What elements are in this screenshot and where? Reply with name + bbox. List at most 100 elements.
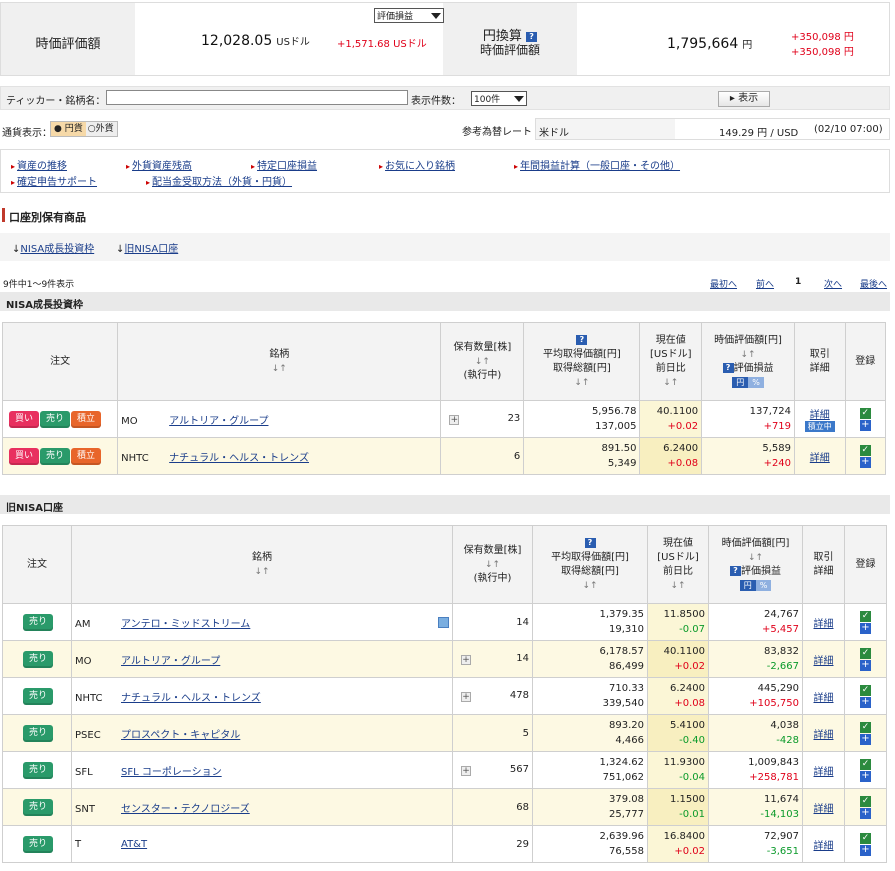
checkmark-icon[interactable]: ✓ <box>860 610 871 622</box>
checkmark-icon[interactable]: ✓ <box>860 721 871 733</box>
col-value[interactable]: 時価評価額[円] ↓↑? 評価損益円% <box>708 525 803 604</box>
stock-name-link[interactable]: AT&T <box>121 839 147 850</box>
jump-nisa-growth[interactable]: NISA成長投資枠 <box>20 244 94 255</box>
help-icon[interactable]: ? <box>730 565 741 576</box>
col-name[interactable]: 銘柄 ↓↑ <box>71 525 453 604</box>
view-select[interactable]: 評価損益 <box>374 8 444 23</box>
detail-link[interactable]: 詳細 <box>814 693 834 704</box>
pl-pct-toggle[interactable]: % <box>748 376 764 388</box>
plus-icon[interactable]: + <box>860 622 871 634</box>
plus-icon[interactable]: + <box>859 419 871 431</box>
ticker-input[interactable] <box>106 90 408 105</box>
expand-icon[interactable]: + <box>461 655 471 665</box>
expand-icon[interactable]: + <box>461 692 471 702</box>
checkmark-icon[interactable]: ✓ <box>860 684 871 696</box>
col-cost[interactable]: ? 平均取得価額[円] 取得総額[円] ↓↑ <box>532 525 648 604</box>
link-favorites[interactable]: お気に入り銘柄 <box>379 157 455 172</box>
detail-link[interactable]: 詳細 <box>810 410 830 421</box>
pager-first[interactable]: 最初へ <box>710 277 737 290</box>
stock-name-link[interactable]: アルトリア・グループ <box>169 416 268 427</box>
detail-link[interactable]: 詳細 <box>814 841 834 852</box>
market-value: 1,009,843 <box>748 757 799 768</box>
current-price: 16.8400 <box>663 831 705 842</box>
col-qty[interactable]: 保有数量[株] ↓↑ (執行中) <box>440 322 525 401</box>
sell-button[interactable]: 売り <box>23 650 53 668</box>
pager-next[interactable]: 次へ <box>824 277 842 290</box>
link-specific-account-pl[interactable]: 特定口座損益 <box>251 157 317 172</box>
sell-button[interactable]: 売り <box>23 724 53 742</box>
expand-icon[interactable]: + <box>461 766 471 776</box>
accumulate-button[interactable]: 積立 <box>71 447 101 465</box>
checkmark-icon[interactable]: ✓ <box>860 832 871 844</box>
col-name[interactable]: 銘柄 ↓↑ <box>117 322 442 401</box>
stock-name-link[interactable]: プロスペクト・キャピタル <box>121 730 240 741</box>
buy-button[interactable]: 買い <box>9 447 39 465</box>
count-select[interactable]: 100件 <box>471 91 527 106</box>
summary-panel: 時価評価額 12,028.05 USドル +1,571.68 USドル 評価損益 … <box>0 2 890 76</box>
stock-name-link[interactable]: センスター・テクノロジーズ <box>121 804 250 815</box>
link-dividend-method[interactable]: 配当金受取方法（外貨・円貨） <box>146 173 292 188</box>
plus-icon[interactable]: + <box>860 696 871 708</box>
stock-name-link[interactable]: ナチュラル・ヘルス・トレンズ <box>169 453 309 464</box>
link-tax-support[interactable]: 確定申告サポート <box>11 173 97 188</box>
link-annual-pl[interactable]: 年間損益計算（一般口座・その他） <box>514 157 680 172</box>
checkmark-icon[interactable]: ✓ <box>859 444 871 456</box>
jump-old-nisa[interactable]: 旧NISA口座 <box>124 244 178 255</box>
pl-yen-toggle[interactable]: 円 <box>732 376 749 388</box>
plus-icon[interactable]: + <box>860 807 871 819</box>
plus-icon[interactable]: + <box>859 456 871 468</box>
stock-name-link[interactable]: アルトリア・グループ <box>121 656 220 667</box>
col-qty[interactable]: 保有数量[株] ↓↑ (執行中) <box>452 525 533 604</box>
link-asset-history[interactable]: 資産の推移 <box>11 157 67 172</box>
document-icon[interactable] <box>438 616 449 628</box>
detail-link[interactable]: 詳細 <box>814 619 834 630</box>
sell-button[interactable]: 売り <box>40 410 70 428</box>
detail-link[interactable]: 詳細 <box>814 730 834 741</box>
col-value[interactable]: 時価評価額[円] ↓↑? 評価損益円% <box>701 322 796 401</box>
currency-toggle[interactable]: ● 円貨 ○外貨 <box>50 121 118 137</box>
detail-link[interactable]: 詳細 <box>814 656 834 667</box>
register-cell: ✓ + <box>844 788 887 826</box>
detail-link[interactable]: 詳細 <box>810 453 830 464</box>
checkmark-icon[interactable]: ✓ <box>860 795 871 807</box>
col-price[interactable]: 現在値 [USドル] 前日比 ↓↑ <box>647 525 709 604</box>
stock-name-link[interactable]: ナチュラル・ヘルス・トレンズ <box>121 693 261 704</box>
plus-icon[interactable]: + <box>860 844 871 856</box>
plus-icon[interactable]: + <box>860 659 871 671</box>
stock-name-link[interactable]: SFL コーポレーション <box>121 767 222 778</box>
checkmark-icon[interactable]: ✓ <box>860 647 871 659</box>
plus-icon[interactable]: + <box>860 770 871 782</box>
col-price[interactable]: 現在値 [USドル] 前日比 ↓↑ <box>639 322 703 401</box>
pl-pct-toggle[interactable]: % <box>755 579 772 591</box>
detail-link[interactable]: 詳細 <box>814 767 834 778</box>
sell-button[interactable]: 売り <box>40 447 70 465</box>
checkmark-icon[interactable]: ✓ <box>859 407 871 419</box>
help-icon[interactable]: ? <box>526 31 538 42</box>
expand-icon[interactable]: + <box>449 415 460 425</box>
sell-button[interactable]: 売り <box>23 835 53 853</box>
pl-yen-toggle[interactable]: 円 <box>739 579 756 591</box>
plus-icon[interactable]: + <box>860 733 871 745</box>
jpy-option[interactable]: ● 円貨 <box>51 122 86 136</box>
avg-price: 379.08 <box>609 794 644 805</box>
sell-button[interactable]: 売り <box>23 798 53 816</box>
show-button[interactable]: ▸ 表示 <box>718 91 770 107</box>
detail-link[interactable]: 詳細 <box>814 804 834 815</box>
pager-prev[interactable]: 前へ <box>756 277 774 290</box>
buy-button[interactable]: 買い <box>9 410 39 428</box>
accumulate-button[interactable]: 積立 <box>71 410 101 428</box>
checkmark-icon[interactable]: ✓ <box>860 758 871 770</box>
sell-button[interactable]: 売り <box>23 761 53 779</box>
help-icon[interactable]: ? <box>722 362 734 373</box>
help-icon[interactable]: ? <box>576 334 588 345</box>
unrealized-pl: +258,781 <box>749 772 799 783</box>
cost-cell: 710.33 339,540 <box>532 677 648 715</box>
pager-last[interactable]: 最後へ <box>860 277 887 290</box>
sell-button[interactable]: 売り <box>23 613 53 631</box>
link-fx-balance[interactable]: 外貨資産残高 <box>126 157 192 172</box>
sell-button[interactable]: 売り <box>23 687 53 705</box>
help-icon[interactable]: ? <box>584 537 596 548</box>
col-cost[interactable]: ? 平均取得価額[円] 取得総額[円] ↓↑ <box>523 322 641 401</box>
fx-option[interactable]: ○外貨 <box>86 124 116 134</box>
stock-name-link[interactable]: アンテロ・ミッドストリーム <box>121 619 250 630</box>
